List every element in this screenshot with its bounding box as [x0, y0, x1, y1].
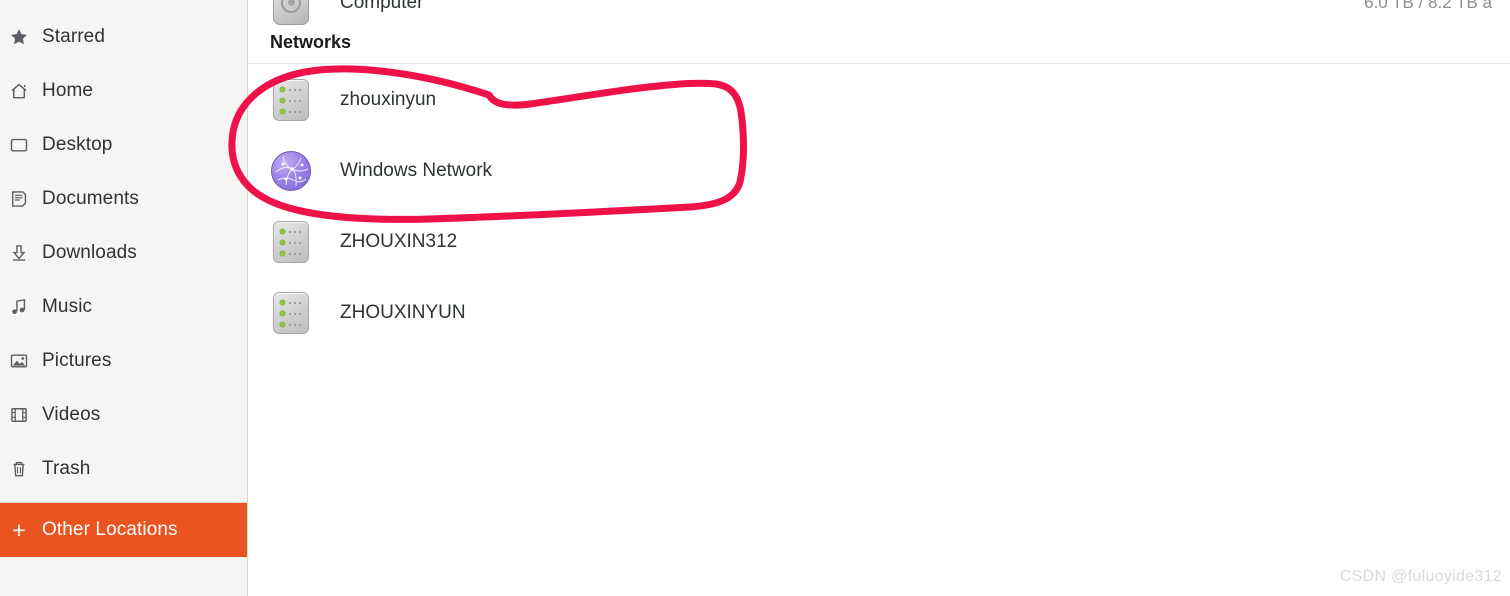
- sidebar-item-label: Downloads: [42, 242, 137, 263]
- documents-icon: [2, 189, 36, 209]
- sidebar-item-videos[interactable]: Videos: [0, 388, 247, 442]
- sidebar-item-label: Other Locations: [42, 519, 178, 540]
- sidebar-item-trash[interactable]: Trash: [0, 442, 247, 496]
- home-icon: [2, 81, 36, 101]
- watermark: CSDN @fuluoyide312: [1339, 568, 1502, 585]
- list-item-label: Windows Network: [340, 159, 493, 181]
- server-icon: [270, 220, 312, 263]
- trash-icon: [2, 459, 36, 479]
- list-item-label: Computer: [340, 0, 424, 13]
- sidebar-item-home[interactable]: Home: [0, 64, 247, 118]
- sidebar-item-documents[interactable]: Documents: [0, 172, 247, 226]
- disk-icon: [270, 0, 312, 25]
- sidebar-item-label: Desktop: [42, 134, 113, 155]
- videos-icon: [2, 405, 36, 425]
- list-item-zhouxin312[interactable]: ZHOUXIN312: [248, 206, 1510, 277]
- file-manager-window: Starred Home Desktop Documents Downloads…: [0, 0, 1510, 596]
- sidebar-item-label: Videos: [42, 404, 101, 425]
- plus-glyph: +: [12, 516, 26, 543]
- plus-icon: +: [2, 516, 36, 543]
- list-item-label: zhouxinyun: [340, 88, 437, 110]
- list-item-computer[interactable]: Computer 6.0 TB / 8.2 TB a: [248, 0, 1510, 27]
- star-icon: [2, 27, 36, 47]
- sidebar-item-other-locations[interactable]: + Other Locations: [0, 503, 247, 557]
- sidebar-item-label: Music: [42, 296, 93, 317]
- sidebar-item-label: Trash: [42, 458, 91, 479]
- server-icon: [270, 78, 312, 121]
- network-globe-icon: [270, 150, 312, 192]
- sidebar-item-label: Home: [42, 80, 94, 101]
- server-icon: [270, 291, 312, 334]
- downloads-icon: [2, 243, 36, 263]
- list-item-label: ZHOUXIN312: [340, 230, 458, 252]
- sidebar-item-pictures[interactable]: Pictures: [0, 334, 247, 388]
- music-icon: [2, 297, 36, 317]
- locations-list: Computer 6.0 TB / 8.2 TB a Networks zhou…: [248, 0, 1510, 596]
- sidebar-item-label: Starred: [42, 26, 106, 47]
- sidebar-item-downloads[interactable]: Downloads: [0, 226, 247, 280]
- sidebar: Starred Home Desktop Documents Downloads…: [0, 0, 248, 596]
- list-item-zhouxinyun[interactable]: zhouxinyun: [248, 64, 1510, 135]
- list-item-zhouxinyun-upper[interactable]: ZHOUXINYUN: [248, 277, 1510, 348]
- storage-capacity-text: 6.0 TB / 8.2 TB a: [1364, 0, 1492, 12]
- sidebar-item-desktop[interactable]: Desktop: [0, 118, 247, 172]
- sidebar-item-label: Pictures: [42, 350, 112, 371]
- pictures-icon: [2, 351, 36, 371]
- list-item-windows-network[interactable]: Windows Network: [248, 135, 1510, 206]
- sidebar-item-label: Documents: [42, 188, 139, 209]
- list-item-label: ZHOUXINYUN: [340, 301, 466, 323]
- desktop-icon: [2, 135, 36, 155]
- sidebar-item-music[interactable]: Music: [0, 280, 247, 334]
- sidebar-item-starred[interactable]: Starred: [0, 10, 247, 64]
- section-header-networks: Networks: [270, 31, 352, 52]
